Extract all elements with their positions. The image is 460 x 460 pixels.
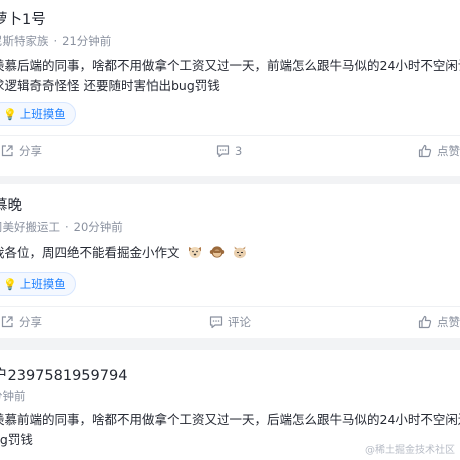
post-meta: 尼斯特家族 · 21分钟前 (0, 33, 111, 49)
comment-button[interactable]: 评论 (209, 307, 251, 337)
share-icon (1, 316, 13, 328)
topic-tag[interactable]: 💡 上班摸鱼 (0, 272, 76, 296)
share-button[interactable]: 分享 (0, 136, 42, 166)
author-name[interactable]: 户2397581959794 (0, 364, 127, 385)
meta-separator: · (65, 220, 69, 234)
lightbulb-icon: 💡 (3, 278, 17, 291)
pins-feed: 萝卜1号 尼斯特家族 · 21分钟前 羡慕后端的同事，啥都不用做拿个工资又过一天，前… (0, 0, 460, 460)
like-label: 点赞 (437, 144, 460, 158)
author-name[interactable]: 萝卜1号 (0, 8, 46, 29)
watermark: @稀土掘金技术社区 (365, 445, 455, 456)
share-icon (1, 145, 13, 157)
author-group: 尼斯特家族 (0, 34, 49, 48)
post-content[interactable]: 羡慕后端的同事，啥都不用做拿个工资又过一天，前端怎么跟牛马似的24小时不空闲设计… (0, 56, 460, 96)
thumbs-up-icon (418, 144, 432, 158)
author-name[interactable]: 慕晚 (0, 194, 22, 215)
comment-button[interactable]: 3 (216, 136, 242, 166)
dog-face-emoji (188, 247, 201, 258)
cat-face-emoji (234, 246, 247, 259)
post-time: 21分钟前 (62, 34, 112, 48)
topic-tag[interactable]: 💡 上班摸鱼 (0, 102, 76, 126)
post-meta: 司美好搬运工 · 20分钟前 (0, 219, 123, 235)
share-label: 分享 (19, 144, 42, 158)
meta-separator: · (53, 34, 58, 48)
action-bar: 分享 3 点赞 (0, 135, 460, 166)
content-line: 羡慕前端的同事，啥都不用做拿个工资又过一天，后端怎么跟牛马似的24小时不空闲还要 (0, 412, 460, 427)
comment-icon (216, 145, 230, 158)
like-button[interactable]: 点赞 (418, 307, 460, 337)
topic-label: 上班摸鱼 (19, 277, 66, 291)
comment-label: 评论 (228, 315, 251, 329)
like-button[interactable]: 点赞 (418, 136, 460, 166)
topic-label: 上班摸鱼 (19, 107, 66, 121)
comment-icon (209, 316, 223, 329)
share-button[interactable]: 分享 (0, 307, 42, 337)
lightbulb-icon: 💡 (3, 108, 17, 121)
share-label: 分享 (19, 315, 42, 329)
pin-card: 慕晚 司美好搬运工 · 20分钟前 我各位，周四绝不能看掘金小作文 💡 (0, 184, 460, 338)
content-line: 求逻辑奇奇怪怪 还要随时害怕出bug罚钱 (0, 78, 220, 93)
post-content[interactable]: 我各位，周四绝不能看掘金小作文 (0, 243, 248, 263)
thumbs-up-icon (418, 315, 432, 329)
monkey-face-emoji (210, 246, 225, 258)
content-line: 我各位，周四绝不能看掘金小作文 (0, 245, 180, 260)
post-meta: 分钟前 (0, 388, 26, 404)
pin-card: 萝卜1号 尼斯特家族 · 21分钟前 羡慕后端的同事，啥都不用做拿个工资又过一天，前… (0, 0, 460, 176)
comment-count: 3 (235, 144, 243, 158)
author-group: 司美好搬运工 (0, 220, 60, 234)
post-time: 分钟前 (0, 389, 26, 403)
post-time: 20分钟前 (73, 220, 123, 234)
action-bar: 分享 评论 点赞 (0, 306, 460, 337)
like-label: 点赞 (437, 315, 460, 329)
content-line: 羡慕后端的同事，啥都不用做拿个工资又过一天，前端怎么跟牛马似的24小时不空闲设计 (0, 58, 460, 73)
